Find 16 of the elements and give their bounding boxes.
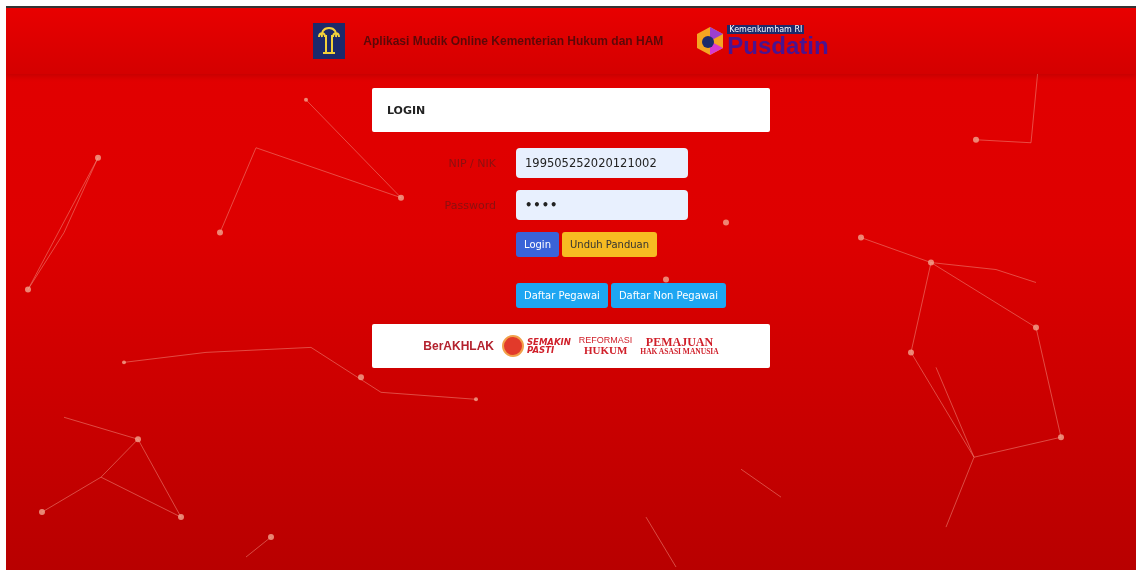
login-button[interactable]: Login	[516, 232, 559, 257]
semakin-text: SEMAKIN	[527, 337, 571, 346]
reformasi-text: REFORMASI	[578, 336, 633, 345]
berakhlak-logo-text: BerAKHLAK	[423, 339, 494, 353]
password-field[interactable]: ••••	[516, 190, 688, 220]
login-title: LOGIN	[387, 103, 426, 117]
download-guide-button[interactable]: Unduh Panduan	[562, 232, 658, 257]
pusdatin-logo: Kemenkumham RI Pusdatin	[695, 24, 829, 58]
pemajuan-text: PEMAJUAN	[645, 336, 714, 349]
hukum-text: HUKUM	[583, 345, 628, 356]
emblem-logo-icon	[313, 23, 346, 59]
pasti-text: PASTI	[527, 346, 556, 355]
nip-field[interactable]: 199505252020121002	[516, 148, 688, 178]
app-title: Aplikasi Mudik Online Kementerian Hukum dan HAM	[363, 34, 664, 48]
field-label: Password	[443, 198, 496, 212]
field-label: NIP / NIK	[447, 156, 496, 170]
